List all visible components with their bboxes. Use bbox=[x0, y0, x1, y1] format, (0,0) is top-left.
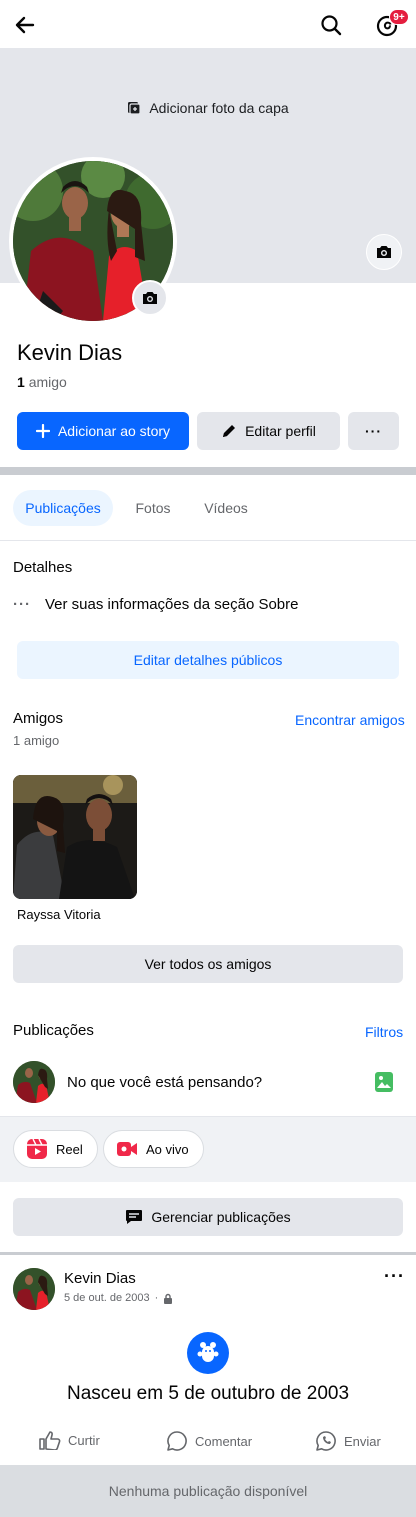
reel-chip[interactable]: Reel bbox=[13, 1130, 98, 1168]
composer-input[interactable]: No que você está pensando? bbox=[67, 1074, 262, 1091]
friend-photo-image bbox=[13, 775, 137, 899]
photo-icon[interactable] bbox=[374, 1071, 394, 1098]
pencil-icon bbox=[223, 425, 236, 437]
comment-button[interactable]: Comentar bbox=[166, 1430, 252, 1452]
top-bar: 9+ bbox=[0, 0, 416, 48]
post-divider bbox=[0, 1252, 416, 1255]
dots-icon: ··· bbox=[13, 596, 31, 613]
edit-public-details-button[interactable]: Editar detalhes públicos bbox=[17, 641, 399, 679]
find-friends-link[interactable]: Encontrar amigos bbox=[295, 712, 405, 728]
post-meta: 5 de out. de 2003 · bbox=[64, 1292, 173, 1304]
plus-icon bbox=[35, 424, 50, 438]
birthday-icon bbox=[187, 1332, 229, 1374]
add-photo-icon bbox=[128, 102, 141, 115]
posts-title: Publicações bbox=[13, 1022, 94, 1039]
details-title: Detalhes bbox=[13, 559, 73, 576]
reel-label: Reel bbox=[56, 1141, 83, 1157]
live-video-icon bbox=[117, 1142, 137, 1156]
like-icon bbox=[39, 1431, 61, 1450]
friend-name[interactable]: Rayssa Vitoria bbox=[17, 907, 101, 922]
tab-publications[interactable]: Publicações bbox=[13, 490, 113, 526]
like-label: Curtir bbox=[68, 1432, 100, 1448]
send-label: Enviar bbox=[344, 1433, 381, 1449]
no-posts-footer: Nenhuma publicação disponível bbox=[0, 1465, 416, 1517]
friends-count-text: 1 amigo bbox=[13, 733, 60, 748]
comment-icon bbox=[167, 1431, 187, 1451]
lock-icon bbox=[164, 1293, 173, 1304]
manage-posts-button[interactable]: Gerenciar publicações bbox=[13, 1198, 403, 1236]
avatar-camera-button[interactable] bbox=[132, 280, 168, 316]
whatsapp-icon bbox=[316, 1431, 336, 1451]
edit-profile-label: Editar perfil bbox=[245, 423, 316, 439]
friends-count-label: amigo bbox=[28, 374, 67, 390]
friend-photo[interactable] bbox=[13, 775, 137, 899]
cover-camera-button[interactable] bbox=[366, 234, 402, 270]
manage-posts-label: Gerenciar publicações bbox=[151, 1209, 291, 1225]
post-author-name[interactable]: Kevin Dias bbox=[64, 1270, 136, 1287]
post-more-button[interactable]: ··· bbox=[384, 1266, 405, 1287]
about-info-text: Ver suas informações da seção Sobre bbox=[45, 596, 299, 613]
post-avatar-image bbox=[13, 1268, 55, 1310]
post-author-avatar[interactable] bbox=[13, 1268, 55, 1310]
about-info-row[interactable]: ··· Ver suas informações da seção Sobre bbox=[13, 596, 298, 613]
live-label: Ao vivo bbox=[146, 1141, 189, 1157]
profile-name: Kevin Dias bbox=[17, 340, 123, 365]
composer-avatar[interactable] bbox=[13, 1061, 55, 1103]
composer-avatar-image bbox=[13, 1061, 55, 1103]
comment-label: Comentar bbox=[195, 1433, 253, 1449]
life-event-text: Nasceu em 5 de outubro de 2003 bbox=[66, 1383, 350, 1404]
friends-count[interactable]: 1 amigo bbox=[17, 374, 67, 390]
camera-icon bbox=[377, 246, 391, 258]
reel-icon bbox=[27, 1138, 47, 1159]
see-all-friends-button[interactable]: Ver todos os amigos bbox=[13, 945, 403, 983]
add-cover-label: Adicionar foto da capa bbox=[149, 100, 289, 116]
filters-link[interactable]: Filtros bbox=[365, 1024, 403, 1040]
camera-icon bbox=[143, 292, 157, 304]
tab-videos[interactable]: Vídeos bbox=[198, 490, 254, 526]
friends-title: Amigos bbox=[13, 710, 64, 727]
like-button[interactable]: Curtir bbox=[39, 1430, 100, 1450]
send-button[interactable]: Enviar bbox=[315, 1430, 381, 1452]
meta-separator: · bbox=[154, 1292, 159, 1304]
manage-posts-icon bbox=[126, 1210, 143, 1224]
search-icon[interactable] bbox=[316, 10, 346, 40]
edit-profile-button[interactable]: Editar perfil bbox=[197, 412, 340, 450]
tab-photos[interactable]: Fotos bbox=[128, 490, 178, 526]
back-icon[interactable] bbox=[10, 10, 40, 40]
more-options-icon: ··· bbox=[365, 423, 382, 439]
more-options-button[interactable]: ··· bbox=[348, 412, 399, 450]
add-cover-photo-button[interactable]: Adicionar foto da capa bbox=[0, 100, 416, 116]
friends-count-number: 1 bbox=[17, 374, 25, 390]
live-chip[interactable]: Ao vivo bbox=[103, 1130, 204, 1168]
add-to-story-button[interactable]: Adicionar ao story bbox=[17, 412, 189, 450]
add-to-story-label: Adicionar ao story bbox=[57, 423, 171, 439]
notification-badge: 9+ bbox=[389, 9, 409, 25]
section-divider bbox=[0, 467, 416, 475]
tabs-divider bbox=[0, 540, 416, 541]
post-date[interactable]: 5 de out. de 2003 bbox=[64, 1292, 150, 1304]
